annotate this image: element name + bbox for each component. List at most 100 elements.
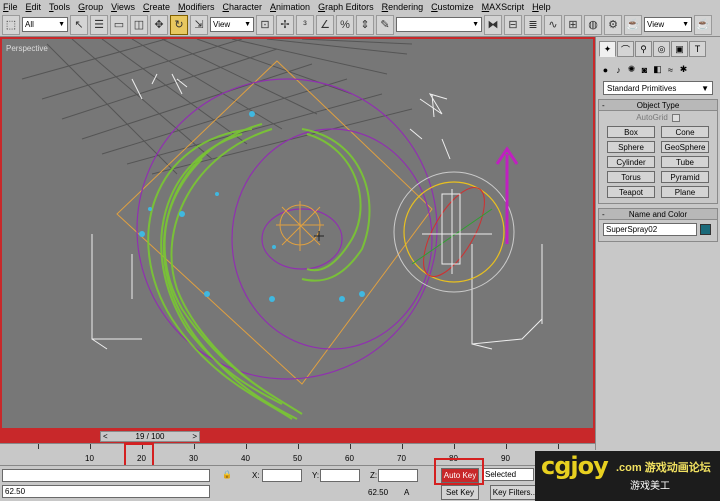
select-region-icon[interactable]: ⬚ — [2, 14, 20, 35]
name-color-header[interactable]: - Name and Color — [599, 209, 717, 220]
space-warps-icon[interactable]: ≈ — [665, 63, 676, 76]
hierarchy-tab-icon[interactable]: ⚲ — [635, 41, 652, 57]
named-selection-set-dropdown[interactable]: ▼ — [396, 17, 482, 32]
create-tab-icon[interactable]: ✦ — [599, 41, 616, 57]
schematic-view-icon[interactable]: ⊞ — [564, 14, 582, 35]
manipulate-icon[interactable]: ✢ — [276, 14, 294, 35]
layer-manager-icon[interactable]: ≣ — [524, 14, 542, 35]
y-coordinate-field[interactable] — [320, 469, 360, 482]
z-coordinate-field[interactable] — [378, 469, 418, 482]
menu-tools[interactable]: Tools — [49, 2, 70, 12]
name-color-title: Name and Color — [628, 209, 688, 219]
window-crossing-icon[interactable]: ◫ — [130, 14, 148, 35]
utilities-tab-icon[interactable]: T — [689, 41, 706, 57]
select-object-icon[interactable]: ↖ — [70, 14, 88, 35]
ruler-label: 30 — [189, 454, 198, 463]
ruler-tick — [194, 444, 195, 449]
ruler-label: 40 — [241, 454, 250, 463]
pyramid-button[interactable]: Pyramid — [661, 171, 709, 183]
move-icon[interactable]: ✥ — [150, 14, 168, 35]
prompt-value: 62.50 — [5, 487, 26, 496]
rotate-icon[interactable]: ↻ — [170, 14, 188, 35]
teapot-button[interactable]: Teapot — [607, 186, 655, 198]
sparkle-helpers — [131, 73, 451, 160]
angle-snap-icon[interactable]: ∠ — [316, 14, 334, 35]
cameras-icon[interactable]: ◙ — [639, 63, 650, 76]
time-next-button[interactable]: > — [192, 432, 197, 441]
primitive-type-dropdown[interactable]: Standard Primitives ▼ — [603, 81, 713, 95]
set-key-button[interactable]: Set Key — [441, 485, 479, 500]
time-prev-button[interactable]: < — [103, 432, 108, 441]
mirror-icon[interactable]: ⧓ — [484, 14, 502, 35]
torus-button[interactable]: Torus — [607, 171, 655, 183]
menu-create[interactable]: Create — [143, 2, 170, 12]
geometry-icon[interactable]: ● — [600, 63, 611, 76]
menu-file[interactable]: File — [3, 2, 18, 12]
menu-customize[interactable]: Customize — [431, 2, 474, 12]
menu-help[interactable]: Help — [532, 2, 551, 12]
display-tab-icon[interactable]: ▣ — [671, 41, 688, 57]
maxscript-listener-field[interactable] — [2, 469, 210, 482]
key-filters-button[interactable]: Key Filters... — [490, 485, 540, 500]
render-type-dropdown[interactable]: View ▼ — [644, 17, 692, 32]
helpers-icon[interactable]: ◧ — [652, 63, 663, 76]
ruler-label: 50 — [293, 454, 302, 463]
plane-button[interactable]: Plane — [661, 186, 709, 198]
curve-editor-icon[interactable]: ∿ — [544, 14, 562, 35]
tube-button[interactable]: Tube — [661, 156, 709, 168]
ruler-tick — [506, 444, 507, 449]
pivot-cross — [314, 231, 324, 241]
menu-rendering[interactable]: Rendering — [382, 2, 424, 12]
menu-maxscript[interactable]: MAXScript — [482, 2, 525, 12]
snap-3d-icon[interactable]: ³ — [296, 14, 314, 35]
modify-tab-icon[interactable]: ⌒ — [617, 41, 634, 57]
material-editor-icon[interactable]: ◍ — [584, 14, 602, 35]
edit-named-selection-icon[interactable]: ✎ — [376, 14, 394, 35]
menu-modifiers[interactable]: Modifiers — [178, 2, 215, 12]
select-by-name-icon[interactable]: ☰ — [90, 14, 108, 35]
menu-edit[interactable]: Edit — [26, 2, 42, 12]
lock-icon[interactable]: 🔒 — [222, 470, 232, 479]
spinner-snap-icon[interactable]: ⇕ — [356, 14, 374, 35]
reference-coordinate-dropdown[interactable]: View ▼ — [210, 17, 254, 32]
cone-button[interactable]: Cone — [661, 126, 709, 138]
x-coordinate-field[interactable] — [262, 469, 302, 482]
autogrid-row: AutoGrid — [599, 111, 717, 124]
time-slider[interactable]: < 19 / 100 > — [100, 431, 200, 442]
menu-group[interactable]: Group — [78, 2, 103, 12]
perspective-viewport[interactable]: Perspective — [0, 37, 595, 430]
pivot-center-icon[interactable]: ⊡ — [256, 14, 274, 35]
object-type-header[interactable]: - Object Type — [599, 100, 717, 111]
autogrid-checkbox[interactable] — [671, 113, 680, 122]
object-name-field[interactable]: SuperSpray02 — [603, 223, 697, 236]
rectangle-selection-icon[interactable]: ▭ — [110, 14, 128, 35]
lights-icon[interactable]: ✺ — [626, 63, 637, 76]
sphere-button[interactable]: Sphere — [607, 141, 655, 153]
collapse-icon: - — [602, 209, 605, 219]
watermark-site: .com 游戏动画论坛 — [616, 462, 711, 474]
menu-graph-editors[interactable]: Graph Editors — [318, 2, 374, 12]
geosphere-button[interactable]: GeoSphere — [661, 141, 709, 153]
render-scene-icon[interactable]: ⚙ — [604, 14, 622, 35]
menu-character[interactable]: Character — [222, 2, 262, 12]
menu-animation[interactable]: Animation — [270, 2, 310, 12]
percent-snap-icon[interactable]: % — [336, 14, 354, 35]
track-bar[interactable]: 10 20 30 40 50 60 70 80 90 — [0, 443, 595, 465]
shapes-icon[interactable]: ♪ — [613, 63, 624, 76]
ruler-tick — [298, 444, 299, 449]
frame-display: 19 / 100 — [135, 432, 165, 441]
menu-views[interactable]: Views — [111, 2, 135, 12]
selection-filter-dropdown[interactable]: All ▼ — [22, 17, 68, 32]
render-last-icon[interactable]: ☕ — [694, 14, 712, 35]
motion-tab-icon[interactable]: ◎ — [653, 41, 670, 57]
scale-icon[interactable]: ⇲ — [190, 14, 208, 35]
systems-icon[interactable]: ✱ — [678, 63, 689, 76]
ruler-tick — [558, 444, 559, 449]
box-button[interactable]: Box — [607, 126, 655, 138]
key-mode-dropdown[interactable]: Selected — [482, 468, 534, 481]
cylinder-button[interactable]: Cylinder — [607, 156, 655, 168]
quick-render-icon[interactable]: ☕ — [624, 14, 642, 35]
object-color-swatch[interactable] — [700, 224, 711, 235]
align-icon[interactable]: ⊟ — [504, 14, 522, 35]
key-mode-value: Selected — [485, 470, 517, 479]
